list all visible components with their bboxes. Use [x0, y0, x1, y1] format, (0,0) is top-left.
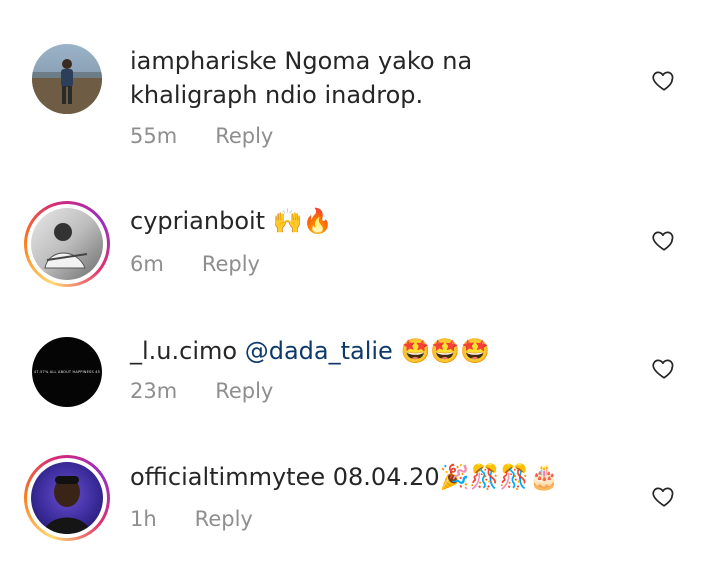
- avatar-caption: 47.57% ALL ABOUT HAPPINESS 45: [33, 370, 101, 374]
- comment-meta: 6m Reply: [130, 252, 260, 276]
- comment-text: 08.04.20🎉🎊🎊🎂: [325, 463, 560, 491]
- comment-body: cyprianboit 🙌🔥: [130, 204, 600, 238]
- reply-button[interactable]: Reply: [215, 124, 273, 148]
- comment-username[interactable]: _l.u.cimo: [130, 337, 237, 365]
- comment-meta: 55m Reply: [130, 124, 273, 148]
- avatar-container[interactable]: [24, 201, 110, 287]
- story-ring: [24, 201, 110, 287]
- comment-username[interactable]: cyprianboit: [130, 207, 265, 235]
- comment-body: officialtimmytee 08.04.20🎉🎊🎊🎂: [130, 460, 600, 494]
- comment-timestamp: 1h: [130, 507, 157, 531]
- comment-meta: 23m Reply: [130, 379, 273, 403]
- avatar-container[interactable]: [24, 455, 110, 541]
- comment-body: iamphariske Ngoma yako na khaligraph ndi…: [130, 44, 600, 112]
- avatar[interactable]: 47.57% ALL ABOUT HAPPINESS 45: [32, 337, 102, 407]
- avatar[interactable]: [31, 462, 103, 534]
- reply-button[interactable]: Reply: [195, 507, 253, 531]
- comment-body: _l.u.cimo @dada_talie 🤩🤩🤩: [130, 334, 600, 368]
- avatar-container[interactable]: [32, 44, 102, 114]
- comment-timestamp: 55m: [130, 124, 178, 148]
- comment-meta: 1h Reply: [130, 507, 253, 531]
- avatar-photo: [32, 59, 102, 114]
- heart-outline-icon[interactable]: [651, 355, 677, 381]
- avatar-photo: [43, 476, 91, 534]
- story-ring: [24, 455, 110, 541]
- comment-username[interactable]: iamphariske: [130, 47, 277, 75]
- comment-mention[interactable]: @dada_talie: [245, 337, 393, 365]
- avatar-photo: [44, 223, 88, 269]
- comment-timestamp: 6m: [130, 252, 164, 276]
- heart-outline-icon[interactable]: [651, 67, 677, 93]
- reply-button[interactable]: Reply: [202, 252, 260, 276]
- heart-outline-icon[interactable]: [651, 483, 677, 509]
- avatar-container[interactable]: 47.57% ALL ABOUT HAPPINESS 45: [32, 337, 102, 407]
- comment-text: 🙌🔥: [265, 207, 333, 235]
- avatar[interactable]: [32, 44, 102, 114]
- comment-username[interactable]: officialtimmytee: [130, 463, 325, 491]
- heart-outline-icon[interactable]: [651, 227, 677, 253]
- comment-timestamp: 23m: [130, 379, 178, 403]
- reply-button[interactable]: Reply: [215, 379, 273, 403]
- avatar[interactable]: [31, 208, 103, 280]
- comment-text: 🤩🤩🤩: [392, 337, 491, 365]
